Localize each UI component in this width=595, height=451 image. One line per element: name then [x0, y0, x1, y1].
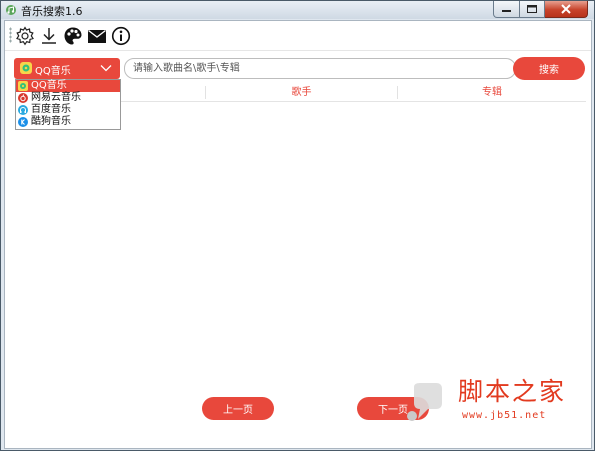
close-button[interactable] [545, 1, 588, 18]
info-icon[interactable] [111, 26, 131, 46]
qq-music-icon [18, 81, 28, 91]
selected-source-label: QQ音乐 [35, 66, 71, 77]
kugou-music-icon [18, 117, 28, 127]
window-title: 音乐搜索1.6 [21, 5, 83, 18]
window-controls [493, 1, 588, 18]
music-source-dropdown: QQ音乐 网易云音乐 百度音乐 酷狗音乐 [15, 79, 121, 130]
toolbar-grip [9, 27, 12, 43]
palette-icon[interactable] [63, 26, 83, 46]
title-bar[interactable]: 音乐搜索1.6 [1, 1, 594, 19]
maximize-icon [527, 5, 537, 13]
download-icon[interactable] [39, 26, 59, 46]
mail-icon[interactable] [87, 26, 107, 46]
gear-icon[interactable] [15, 26, 35, 46]
source-option-label: 百度音乐 [31, 104, 71, 115]
watermark-text: 脚本之家 [458, 377, 567, 406]
column-header-album[interactable]: 专辑 [398, 84, 586, 101]
source-option-label: 酷狗音乐 [31, 116, 71, 127]
column-header-artist[interactable]: 歌手 [206, 84, 397, 101]
music-source-select[interactable]: QQ音乐 [14, 58, 120, 79]
app-window: 音乐搜索1.6 QQ音乐 请输入歌曲名\歌手\专辑 搜索 歌手 专辑 上一页 下… [0, 0, 595, 451]
search-input[interactable] [124, 58, 516, 79]
minimize-icon [502, 10, 511, 12]
baidu-music-icon [18, 105, 28, 115]
qq-music-icon [20, 62, 32, 74]
search-button[interactable]: 搜索 [513, 57, 585, 80]
netease-music-icon [18, 93, 28, 103]
toolbar [5, 21, 591, 49]
results-table-body[interactable] [15, 102, 586, 382]
source-option-qq[interactable]: QQ音乐 [16, 80, 120, 92]
watermark: 脚本之家 www.jb51.net [406, 373, 588, 427]
chevron-down-icon [100, 65, 112, 72]
watermark-bubble-icon [407, 383, 442, 421]
source-option-kugou[interactable]: 酷狗音乐 [16, 116, 120, 128]
close-icon [561, 4, 571, 14]
source-option-label: QQ音乐 [31, 80, 67, 91]
toolbar-divider [5, 50, 591, 51]
previous-page-button[interactable]: 上一页 [202, 397, 274, 420]
source-option-label: 网易云音乐 [31, 92, 81, 103]
watermark-url: www.jb51.net [462, 410, 547, 421]
source-option-baidu[interactable]: 百度音乐 [16, 104, 120, 116]
source-option-netease[interactable]: 网易云音乐 [16, 92, 120, 104]
minimize-button[interactable] [493, 1, 520, 18]
maximize-button[interactable] [520, 1, 545, 18]
app-icon [6, 5, 16, 15]
